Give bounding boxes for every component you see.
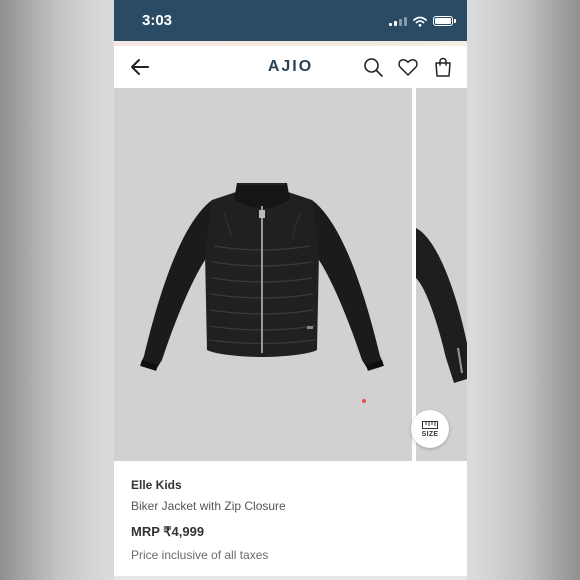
size-guide-button[interactable]: SIZE (411, 410, 449, 448)
signal-icon (389, 16, 407, 26)
size-button-label: SIZE (421, 430, 439, 438)
status-icons (389, 14, 456, 28)
ruler-icon (422, 420, 438, 429)
battery-icon (433, 16, 456, 26)
search-icon[interactable] (362, 56, 384, 78)
product-price: MRP ₹4,999 (131, 524, 205, 539)
product-details: Elle Kids Biker Jacket with Zip Closure … (131, 478, 451, 562)
product-name: Biker Jacket with Zip Closure (131, 499, 286, 513)
product-image-main[interactable] (114, 88, 412, 461)
carousel-dot-active (362, 399, 366, 403)
product-brand: Elle Kids (131, 478, 182, 492)
product-image-next[interactable] (416, 88, 467, 461)
heart-icon[interactable] (397, 56, 419, 78)
product-image (140, 183, 384, 371)
product-image-next-preview (416, 228, 467, 383)
phone-screen: 3:03 AJIO SIZE Elle Kids Biker Jacket wi… (114, 0, 467, 580)
product-image-gallery[interactable]: SIZE (114, 88, 467, 461)
status-bar: 3:03 (114, 0, 467, 41)
wifi-icon (413, 16, 427, 27)
shopping-bag-icon[interactable] (432, 56, 454, 78)
price-tax-note: Price inclusive of all taxes (131, 548, 269, 562)
app-header: AJIO (114, 46, 467, 88)
status-time: 3:03 (142, 12, 173, 29)
bottom-divider (114, 576, 467, 580)
